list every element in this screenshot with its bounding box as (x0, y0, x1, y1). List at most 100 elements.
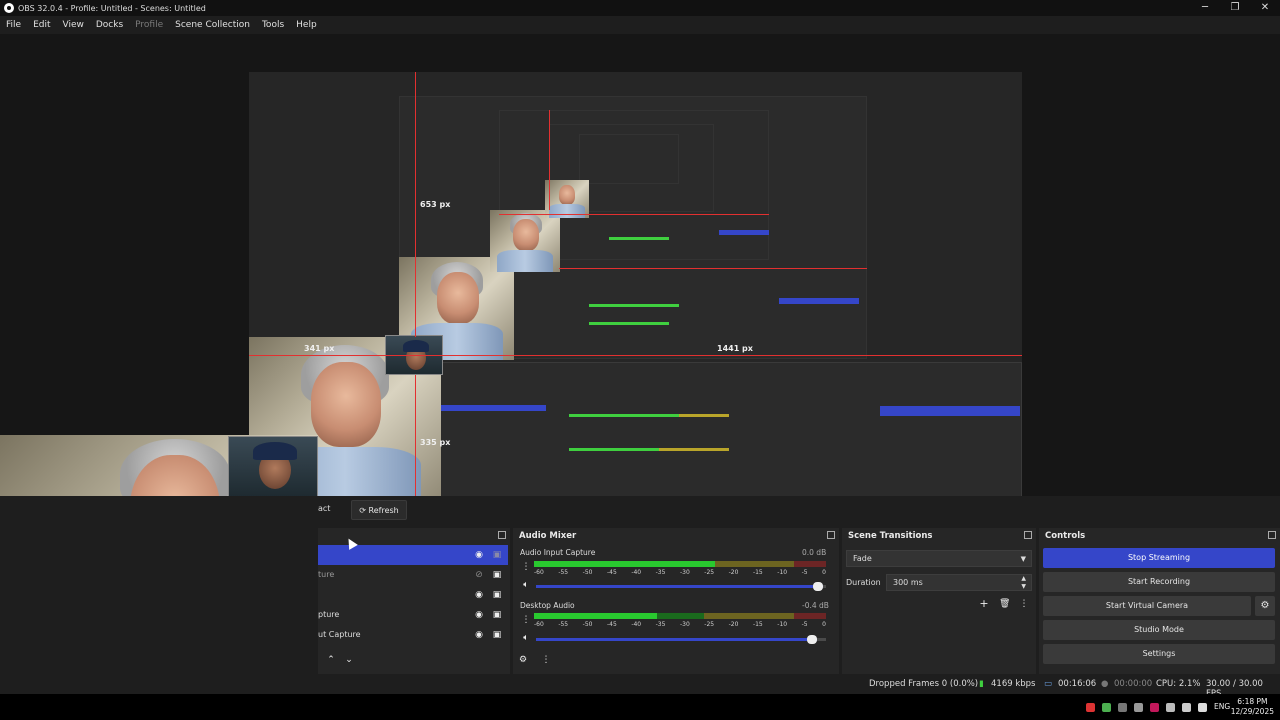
move-down-icon[interactable]: ⌄ (344, 655, 354, 665)
taskbar: ENG 6:18 PM 12/29/2025 (0, 694, 1280, 720)
duration-spinbox[interactable]: 300 ms ▲ ▼ (886, 574, 1032, 591)
minimize-icon[interactable]: ─ (1190, 0, 1220, 16)
lock-icon[interactable]: ▣ (492, 630, 502, 640)
tray-app-icon[interactable] (1086, 703, 1095, 712)
source-row[interactable]: ut Capture ◉ ▣ (318, 625, 508, 645)
properties-button[interactable]: act (318, 504, 330, 513)
audio-mixer-title: Audio Mixer (519, 531, 577, 541)
tray-app-icon[interactable] (1118, 703, 1127, 712)
menu-docks[interactable]: Docks (90, 20, 129, 30)
guide-label-left: 341 px (304, 344, 335, 353)
menu-help[interactable]: Help (290, 20, 323, 30)
nested-meter-2 (569, 448, 659, 451)
tray-app-icon[interactable] (1102, 703, 1111, 712)
speaker-icon[interactable]: 🔈︎ (521, 580, 531, 590)
move-up-icon[interactable]: ⌃ (326, 655, 336, 665)
nested-meter-4 (589, 322, 669, 325)
guide-line-nested-3 (559, 268, 867, 269)
source-row[interactable]: ◉ ▣ (318, 585, 508, 605)
eye-icon[interactable]: ◉ (474, 610, 484, 620)
eye-icon[interactable]: ◉ (474, 630, 484, 640)
webcam-source[interactable] (228, 436, 318, 498)
menu-scene-collection[interactable]: Scene Collection (169, 20, 256, 30)
transition-options-icon[interactable]: ⋮ (1019, 599, 1029, 609)
language-indicator[interactable]: ENG (1214, 702, 1230, 711)
lock-icon[interactable]: ▣ (492, 570, 502, 580)
source-row[interactable]: ◉ ▣ (318, 545, 508, 565)
channel-name: Audio Input Capture (520, 548, 596, 557)
transitions-menu-icon[interactable] (1024, 531, 1032, 539)
channel-db: 0.0 dB (802, 548, 827, 557)
start-virtual-camera-button[interactable]: Start Virtual Camera (1043, 596, 1251, 616)
menu-profile[interactable]: Profile (129, 20, 169, 30)
transition-select[interactable]: Fade ▼ (846, 550, 1032, 567)
eye-icon[interactable]: ◉ (474, 590, 484, 600)
guide-line-nested-2 (499, 214, 769, 215)
menu-view[interactable]: View (57, 20, 90, 30)
advanced-audio-icon[interactable]: ⚙ (518, 655, 528, 665)
nested-preview-4 (579, 134, 679, 184)
preview-canvas[interactable]: 653 px 341 px 1441 px 335 px (249, 72, 1022, 507)
guide-line-top (415, 72, 416, 337)
lock-icon[interactable]: ▣ (492, 590, 502, 600)
menu-edit[interactable]: Edit (27, 20, 56, 30)
refresh-icon: ⟳ (359, 506, 366, 515)
eye-hidden-icon[interactable]: ⊘ (474, 570, 484, 580)
tray-app-icon[interactable] (1134, 703, 1143, 712)
audio-mixer-menu-icon[interactable] (827, 531, 835, 539)
add-transition-icon[interactable]: + (979, 598, 989, 609)
volume-slider-2[interactable] (536, 635, 826, 644)
menu-tools[interactable]: Tools (256, 20, 290, 30)
scene-transitions-title: Scene Transitions (848, 531, 933, 541)
close-icon[interactable]: ✕ (1250, 0, 1280, 16)
lock-icon[interactable]: ▣ (492, 610, 502, 620)
trash-icon[interactable]: 🗑︎ (999, 599, 1010, 609)
volume-slider-knob[interactable] (813, 582, 823, 591)
tray-app-icon[interactable] (1150, 703, 1159, 712)
sources-dock-menu-icon[interactable] (498, 531, 506, 539)
network-icon[interactable] (1182, 703, 1191, 712)
guide-label-bottom: 335 px (420, 438, 451, 447)
stop-streaming-button[interactable]: Stop Streaming (1043, 548, 1275, 568)
source-row[interactable]: pture ◉ ▣ (318, 605, 508, 625)
guide-label-top: 653 px (420, 200, 451, 209)
spin-arrows-icon[interactable]: ▲ ▼ (1021, 575, 1026, 591)
usb-icon[interactable] (1166, 703, 1175, 712)
start-recording-button[interactable]: Start Recording (1043, 572, 1275, 592)
volume-icon[interactable] (1198, 703, 1207, 712)
record-icon: ● (1101, 679, 1109, 689)
preview-area[interactable]: 653 px 341 px 1441 px 335 px (0, 34, 1280, 507)
duration-label: Duration (846, 578, 881, 587)
source-row[interactable]: ture ⊘ ▣ (318, 565, 508, 585)
studio-mode-button[interactable]: Studio Mode (1043, 620, 1275, 640)
lock-icon[interactable]: ▣ (492, 550, 502, 560)
nested-meter-5 (609, 237, 669, 240)
volume-slider-knob[interactable] (807, 635, 817, 644)
cpu-usage: CPU: 2.1% (1156, 679, 1201, 689)
menu-bar: File Edit View Docks Profile Scene Colle… (0, 16, 1280, 34)
channel-menu-icon[interactable]: ⋮ (521, 615, 531, 625)
nested-meter-3 (589, 304, 679, 307)
refresh-button[interactable]: ⟳ Refresh (351, 500, 407, 520)
channel-db: -0.4 dB (802, 601, 829, 610)
guide-label-right: 1441 px (717, 344, 753, 353)
nested-stop-streaming-2 (779, 298, 859, 304)
restore-icon[interactable]: ❐ (1220, 0, 1250, 16)
nested-meter-1 (569, 414, 679, 417)
controls-menu-icon[interactable] (1268, 531, 1276, 539)
volume-slider-1[interactable] (536, 582, 826, 591)
clock[interactable]: 6:18 PM 12/29/2025 (1231, 697, 1274, 717)
settings-button[interactable]: Settings (1043, 644, 1275, 664)
channel-menu-icon[interactable]: ⋮ (521, 562, 531, 572)
duration-value: 300 ms (893, 578, 923, 587)
menu-file[interactable]: File (0, 20, 27, 30)
speaker-icon[interactable]: 🔈︎ (521, 633, 531, 643)
stream-time: 00:16:06 (1058, 679, 1097, 689)
mixer-menu-icon[interactable]: ⋮ (541, 655, 551, 665)
window-controls: ─ ❐ ✕ (1190, 0, 1280, 16)
eye-icon[interactable]: ◉ (474, 550, 484, 560)
refresh-label: Refresh (368, 506, 399, 515)
nested-stop-streaming-3 (719, 230, 769, 235)
virtual-camera-settings-icon[interactable]: ⚙ (1255, 596, 1275, 616)
obs-logo-icon (4, 3, 14, 13)
